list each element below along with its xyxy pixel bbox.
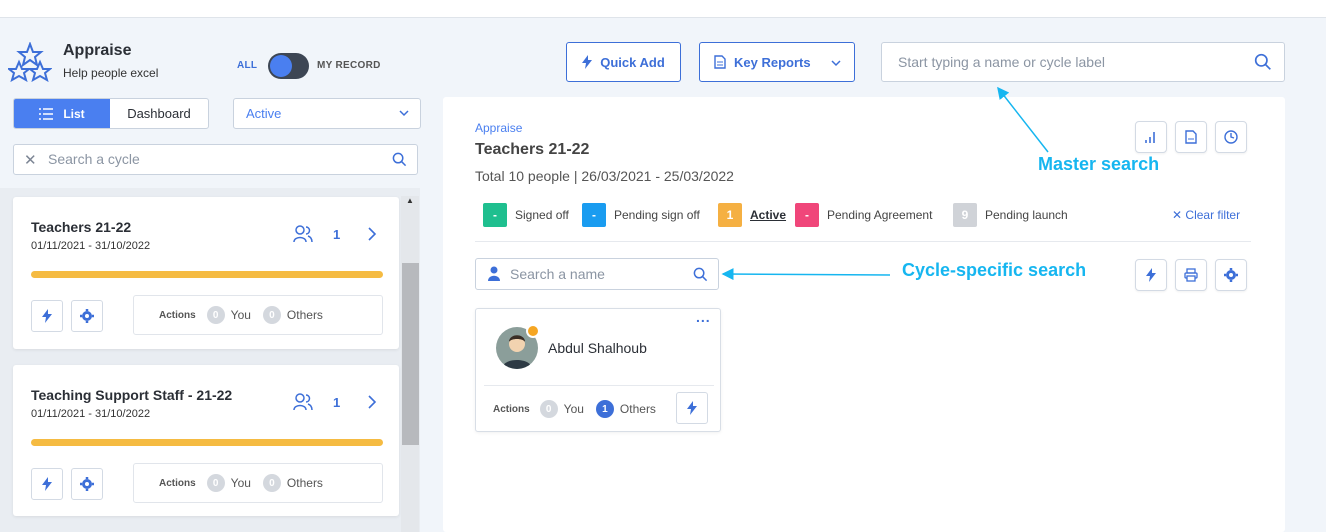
cycle-search-annotation: Cycle-specific search — [902, 260, 1087, 280]
annotation-arrows — [721, 86, 1049, 281]
master-search-annotation: Master search — [1038, 154, 1160, 174]
